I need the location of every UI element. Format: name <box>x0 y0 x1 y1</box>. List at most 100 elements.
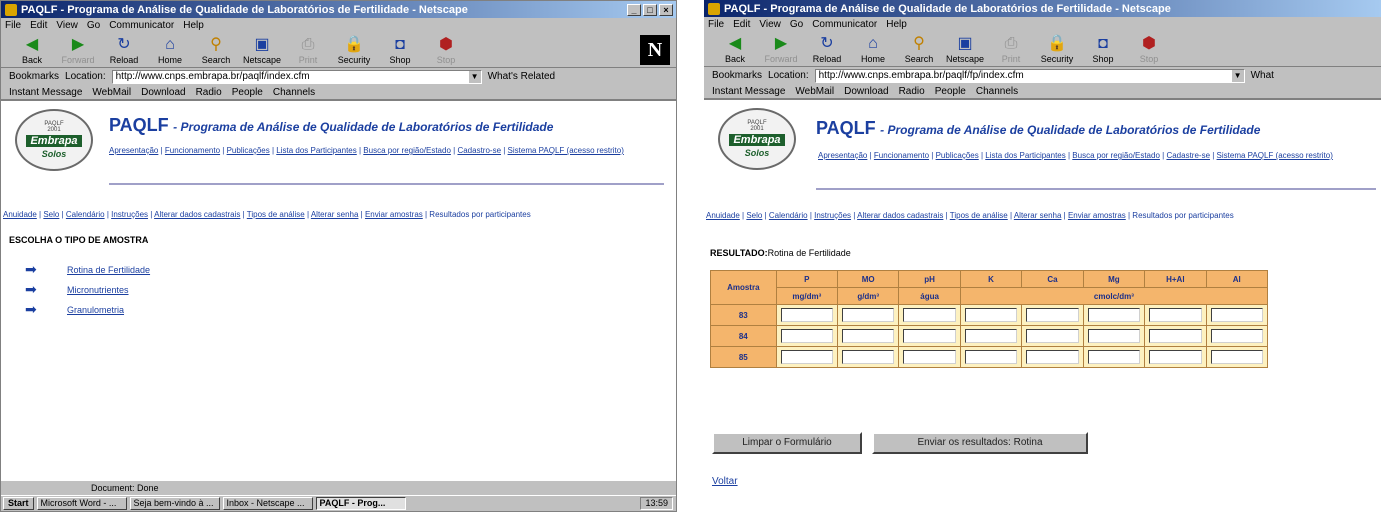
back-button[interactable]: ◀ Back <box>11 35 53 65</box>
menu-help[interactable]: Help <box>183 20 204 31</box>
menu-go[interactable]: Go <box>790 19 803 30</box>
input-k[interactable] <box>964 329 1018 343</box>
channels-link[interactable]: Channels <box>976 86 1018 97</box>
download-link[interactable]: Download <box>141 87 185 98</box>
nav-sistema-paqlf[interactable]: Sistema PAQLF (acesso restrito) <box>1217 151 1333 160</box>
nav-lista-participantes[interactable]: Lista dos Participantes <box>985 151 1066 160</box>
stop-button[interactable]: ⬢ Stop <box>1128 34 1170 64</box>
input-h-al[interactable] <box>1149 329 1202 343</box>
input-al[interactable] <box>1210 350 1263 364</box>
input-mg[interactable] <box>1087 329 1141 343</box>
menu-help[interactable]: Help <box>886 19 907 30</box>
start-button[interactable]: Start <box>3 497 34 510</box>
whats-related-button[interactable]: What <box>1251 70 1274 81</box>
task-seja-bem-vindo[interactable]: Seja bem-vindo à ... <box>129 497 220 510</box>
subnav-enviar-amostras[interactable]: Enviar amostras <box>1068 211 1126 220</box>
input-h-al[interactable] <box>1149 308 1202 322</box>
reload-button[interactable]: ↻ Reload <box>103 35 145 65</box>
menu-communicator[interactable]: Communicator <box>812 19 877 30</box>
nav-apresentacao[interactable]: Apresentação <box>109 146 158 155</box>
subnav-alterar-senha[interactable]: Alterar senha <box>311 210 359 219</box>
input-mg[interactable] <box>1087 350 1141 364</box>
radio-link[interactable]: Radio <box>196 87 222 98</box>
forward-button[interactable]: ▶ Forward <box>760 34 802 64</box>
input-ph[interactable] <box>903 329 956 343</box>
menu-communicator[interactable]: Communicator <box>109 20 174 31</box>
stop-button[interactable]: ⬢ Stop <box>425 35 467 65</box>
netscape-button[interactable]: ▣ Netscape <box>944 34 986 64</box>
maximize-button[interactable]: □ <box>643 3 657 16</box>
input-ca[interactable] <box>1026 350 1079 364</box>
url-field[interactable]: http://www.cnps.embrapa.br/paqlf/fp/inde… <box>814 68 1245 83</box>
nav-publicacoes[interactable]: Publicações <box>936 151 979 160</box>
menu-go[interactable]: Go <box>87 20 100 31</box>
menu-view[interactable]: View <box>759 19 781 30</box>
shop-button[interactable]: ◘ Shop <box>379 35 421 65</box>
subnav-tipos-analise[interactable]: Tipos de análise <box>950 211 1008 220</box>
input-ph[interactable] <box>903 350 956 364</box>
subnav-alterar-dados[interactable]: Alterar dados cadastrais <box>154 210 240 219</box>
webmail-link[interactable]: WebMail <box>795 86 834 97</box>
subnav-calendario[interactable]: Calendário <box>66 210 105 219</box>
input-p[interactable] <box>780 350 833 364</box>
send-results-button[interactable]: Enviar os resultados: Rotina <box>872 432 1088 454</box>
input-p[interactable] <box>780 329 833 343</box>
nav-sistema-paqlf[interactable]: Sistema PAQLF (acesso restrito) <box>508 146 624 155</box>
people-link[interactable]: People <box>232 87 263 98</box>
reload-button[interactable]: ↻ Reload <box>806 34 848 64</box>
radio-link[interactable]: Radio <box>899 86 925 97</box>
bookmarks-button[interactable]: Bookmarks <box>9 71 59 82</box>
input-h-al[interactable] <box>1149 350 1202 364</box>
task-inbox[interactable]: Inbox - Netscape ... <box>222 497 313 510</box>
subnav-instrucoes[interactable]: Instruções <box>814 211 851 220</box>
url-dropdown-icon[interactable]: ▼ <box>1231 69 1244 82</box>
subnav-selo[interactable]: Selo <box>746 211 762 220</box>
nav-cadastre-se[interactable]: Cadastre-se <box>1166 151 1210 160</box>
people-link[interactable]: People <box>935 86 966 97</box>
back-button[interactable]: ◀ Back <box>714 34 756 64</box>
back-link[interactable]: Voltar <box>712 476 738 487</box>
menu-view[interactable]: View <box>56 20 78 31</box>
url-field[interactable]: http://www.cnps.embrapa.br/paqlf/index.c… <box>111 69 482 84</box>
nav-apresentacao[interactable]: Apresentação <box>818 151 867 160</box>
url-dropdown-icon[interactable]: ▼ <box>468 70 481 83</box>
input-al[interactable] <box>1210 308 1263 322</box>
input-ca[interactable] <box>1026 329 1079 343</box>
close-button[interactable]: × <box>659 3 673 16</box>
subnav-selo[interactable]: Selo <box>43 210 59 219</box>
minimize-button[interactable]: _ <box>627 3 641 16</box>
whats-related-button[interactable]: What's Related <box>488 71 556 82</box>
menu-edit[interactable]: Edit <box>30 20 47 31</box>
instant-message-link[interactable]: Instant Message <box>712 86 785 97</box>
search-button[interactable]: ⚲ Search <box>195 35 237 65</box>
shop-button[interactable]: ◘ Shop <box>1082 34 1124 64</box>
input-al[interactable] <box>1210 329 1263 343</box>
clear-form-button[interactable]: Limpar o Formulário <box>712 432 862 454</box>
task-paqlf[interactable]: PAQLF - Prog... <box>315 497 406 510</box>
input-k[interactable] <box>964 308 1018 322</box>
nav-funcionamento[interactable]: Funcionamento <box>165 146 220 155</box>
subnav-tipos-analise[interactable]: Tipos de análise <box>247 210 305 219</box>
task-word[interactable]: Microsoft Word - ... <box>36 497 127 510</box>
subnav-anuidade[interactable]: Anuidade <box>3 210 37 219</box>
nav-busca-regiao[interactable]: Busca por região/Estado <box>1072 151 1160 160</box>
input-mo[interactable] <box>842 329 895 343</box>
security-button[interactable]: 🔒 Security <box>1036 34 1078 64</box>
input-ca[interactable] <box>1026 308 1079 322</box>
search-button[interactable]: ⚲ Search <box>898 34 940 64</box>
menu-edit[interactable]: Edit <box>733 19 750 30</box>
nav-busca-regiao[interactable]: Busca por região/Estado <box>363 146 451 155</box>
netscape-n-logo[interactable]: N <box>640 35 670 65</box>
subnav-enviar-amostras[interactable]: Enviar amostras <box>365 210 423 219</box>
home-button[interactable]: ⌂ Home <box>149 35 191 65</box>
print-button[interactable]: ⎙ Print <box>990 34 1032 64</box>
input-mo[interactable] <box>842 308 895 322</box>
netscape-button[interactable]: ▣ Netscape <box>241 35 283 65</box>
security-button[interactable]: 🔒 Security <box>333 35 375 65</box>
nav-cadastro[interactable]: Cadastro-se <box>457 146 501 155</box>
subnav-alterar-dados[interactable]: Alterar dados cadastrais <box>857 211 943 220</box>
nav-publicacoes[interactable]: Publicações <box>227 146 270 155</box>
input-ph[interactable] <box>903 308 956 322</box>
nav-lista-participantes[interactable]: Lista dos Participantes <box>276 146 357 155</box>
input-k[interactable] <box>964 350 1018 364</box>
